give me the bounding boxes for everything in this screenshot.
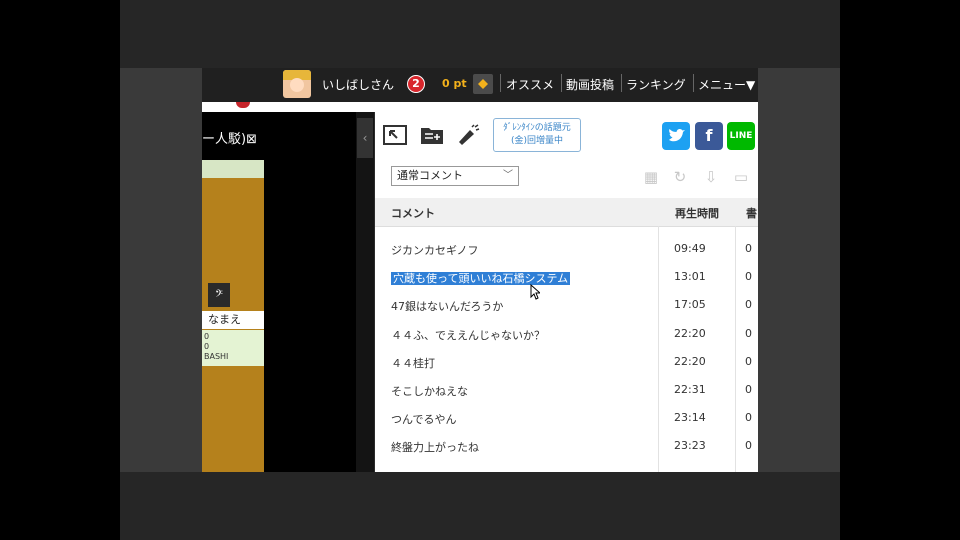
row-num: 0 xyxy=(745,411,752,424)
advertise-icon[interactable] xyxy=(456,124,480,146)
row-time: 22:20 xyxy=(674,355,706,368)
video-title-fragment: ー人駁)⊠ xyxy=(202,132,257,147)
row-time: 09:49 xyxy=(674,242,706,255)
notification-badge[interactable]: 2 xyxy=(407,75,425,93)
comment-settings-icon[interactable]: ▭ xyxy=(732,168,750,186)
info-line: BASHI xyxy=(204,352,229,361)
line-icon[interactable]: LINE xyxy=(727,122,755,150)
table-row[interactable]: ４４桂打 22:20 0 xyxy=(375,348,758,376)
player-name-label: なまえ xyxy=(202,311,264,329)
table-row[interactable]: つんでるやん 23:14 0 xyxy=(375,404,758,432)
letterbox-bottom xyxy=(120,472,840,540)
letterbox-top xyxy=(120,0,840,68)
pillarbox-right xyxy=(758,68,840,472)
nav-menu[interactable]: メニュー▼ xyxy=(698,76,755,93)
nav-separator xyxy=(693,74,694,92)
promo-badge[interactable]: ﾀﾞﾚﾝﾀｲﾝの話題元 (金)回増量中 xyxy=(493,118,581,152)
info-line: 0 xyxy=(204,342,210,351)
row-comment: ジカンカセギノフ xyxy=(391,244,479,257)
row-time: 23:14 xyxy=(674,411,706,424)
nav-upload[interactable]: 動画投稿 xyxy=(566,76,614,93)
info-line: 0 xyxy=(204,332,210,341)
column-third[interactable]: 書 xyxy=(746,205,757,221)
column-time[interactable]: 再生時間 xyxy=(675,205,719,221)
table-row[interactable]: 終盤力上がったね 23:23 0 xyxy=(375,432,758,460)
username[interactable]: いしばしさん xyxy=(322,76,394,93)
row-time: 13:01 xyxy=(674,270,706,283)
piece-icon: 𝄢 xyxy=(208,283,230,307)
nav-separator xyxy=(500,74,501,92)
row-num: 0 xyxy=(745,327,752,340)
export-icon[interactable] xyxy=(383,124,407,146)
table-row[interactable]: そこしかねえな 22:31 0 xyxy=(375,376,758,404)
row-num: 0 xyxy=(745,439,752,452)
row-comment: ４４桂打 xyxy=(391,357,435,370)
user-avatar[interactable] xyxy=(283,70,311,98)
nav-separator xyxy=(561,74,562,92)
row-num: 0 xyxy=(745,270,752,283)
premium-icon[interactable] xyxy=(473,74,493,94)
row-comment: 47銀はないんだろうか xyxy=(391,300,504,313)
row-time: 22:20 xyxy=(674,327,706,340)
row-comment: 終盤力上がったね xyxy=(391,441,479,454)
row-time: 23:23 xyxy=(674,439,706,452)
table-row[interactable]: 穴蔵も使って頭いいね石橋システム 13:01 0 xyxy=(375,263,758,291)
nav-recommend[interactable]: オススメ xyxy=(506,76,554,93)
download-icon[interactable]: ⇩ xyxy=(702,168,720,186)
collapse-panel-button[interactable]: ‹ xyxy=(357,118,373,158)
row-num: 0 xyxy=(745,242,752,255)
row-comment: つんでるやん xyxy=(391,413,457,426)
row-comment: ４４ふ、でええんじゃないか？ xyxy=(391,329,545,342)
table-row[interactable]: 47銀はないんだろうか 17:05 0 xyxy=(375,291,758,319)
column-comment[interactable]: コメント xyxy=(391,205,435,221)
row-comment-wrap: 穴蔵も使って頭いいね石橋システム xyxy=(391,270,571,286)
promo-line: ﾀﾞﾚﾝﾀｲﾝの話題元 xyxy=(503,123,571,133)
calendar-icon[interactable]: ▦ xyxy=(642,168,660,186)
row-comment: そこしかねえな xyxy=(391,385,468,398)
refresh-icon[interactable]: ↻ xyxy=(671,168,689,186)
nav-ranking[interactable]: ランキング xyxy=(626,76,686,93)
row-comment-selected: 穴蔵も使って頭いいね石橋システム xyxy=(391,272,571,285)
panel-divider xyxy=(356,112,374,472)
comment-filter-value: 通常コメント xyxy=(397,169,463,182)
points-display[interactable]: 0 pt xyxy=(442,77,467,90)
header-strip xyxy=(202,102,758,112)
promo-line: (金)回増量中 xyxy=(510,136,564,146)
mouse-cursor-icon xyxy=(530,284,540,300)
row-time: 22:31 xyxy=(674,383,706,396)
facebook-icon[interactable]: f xyxy=(695,122,723,150)
table-row[interactable]: ４４ふ、でええんじゃないか？ 22:20 0 xyxy=(375,320,758,348)
add-mylist-icon[interactable] xyxy=(420,124,444,146)
comment-filter-select[interactable]: 通常コメント ﹀ xyxy=(391,166,519,186)
pillarbox-left xyxy=(120,68,202,472)
row-time: 17:05 xyxy=(674,298,706,311)
row-num: 0 xyxy=(745,355,752,368)
chevron-down-icon: ﹀ xyxy=(503,170,513,181)
board-top-strip xyxy=(202,160,264,178)
table-row[interactable]: ジカンカセギノフ 09:49 0 xyxy=(375,235,758,263)
row-num: 0 xyxy=(745,383,752,396)
player-info-box: 0 0 BASHI xyxy=(202,330,264,366)
row-num: 0 xyxy=(745,298,752,311)
nav-separator xyxy=(621,74,622,92)
twitter-icon[interactable] xyxy=(662,122,690,150)
